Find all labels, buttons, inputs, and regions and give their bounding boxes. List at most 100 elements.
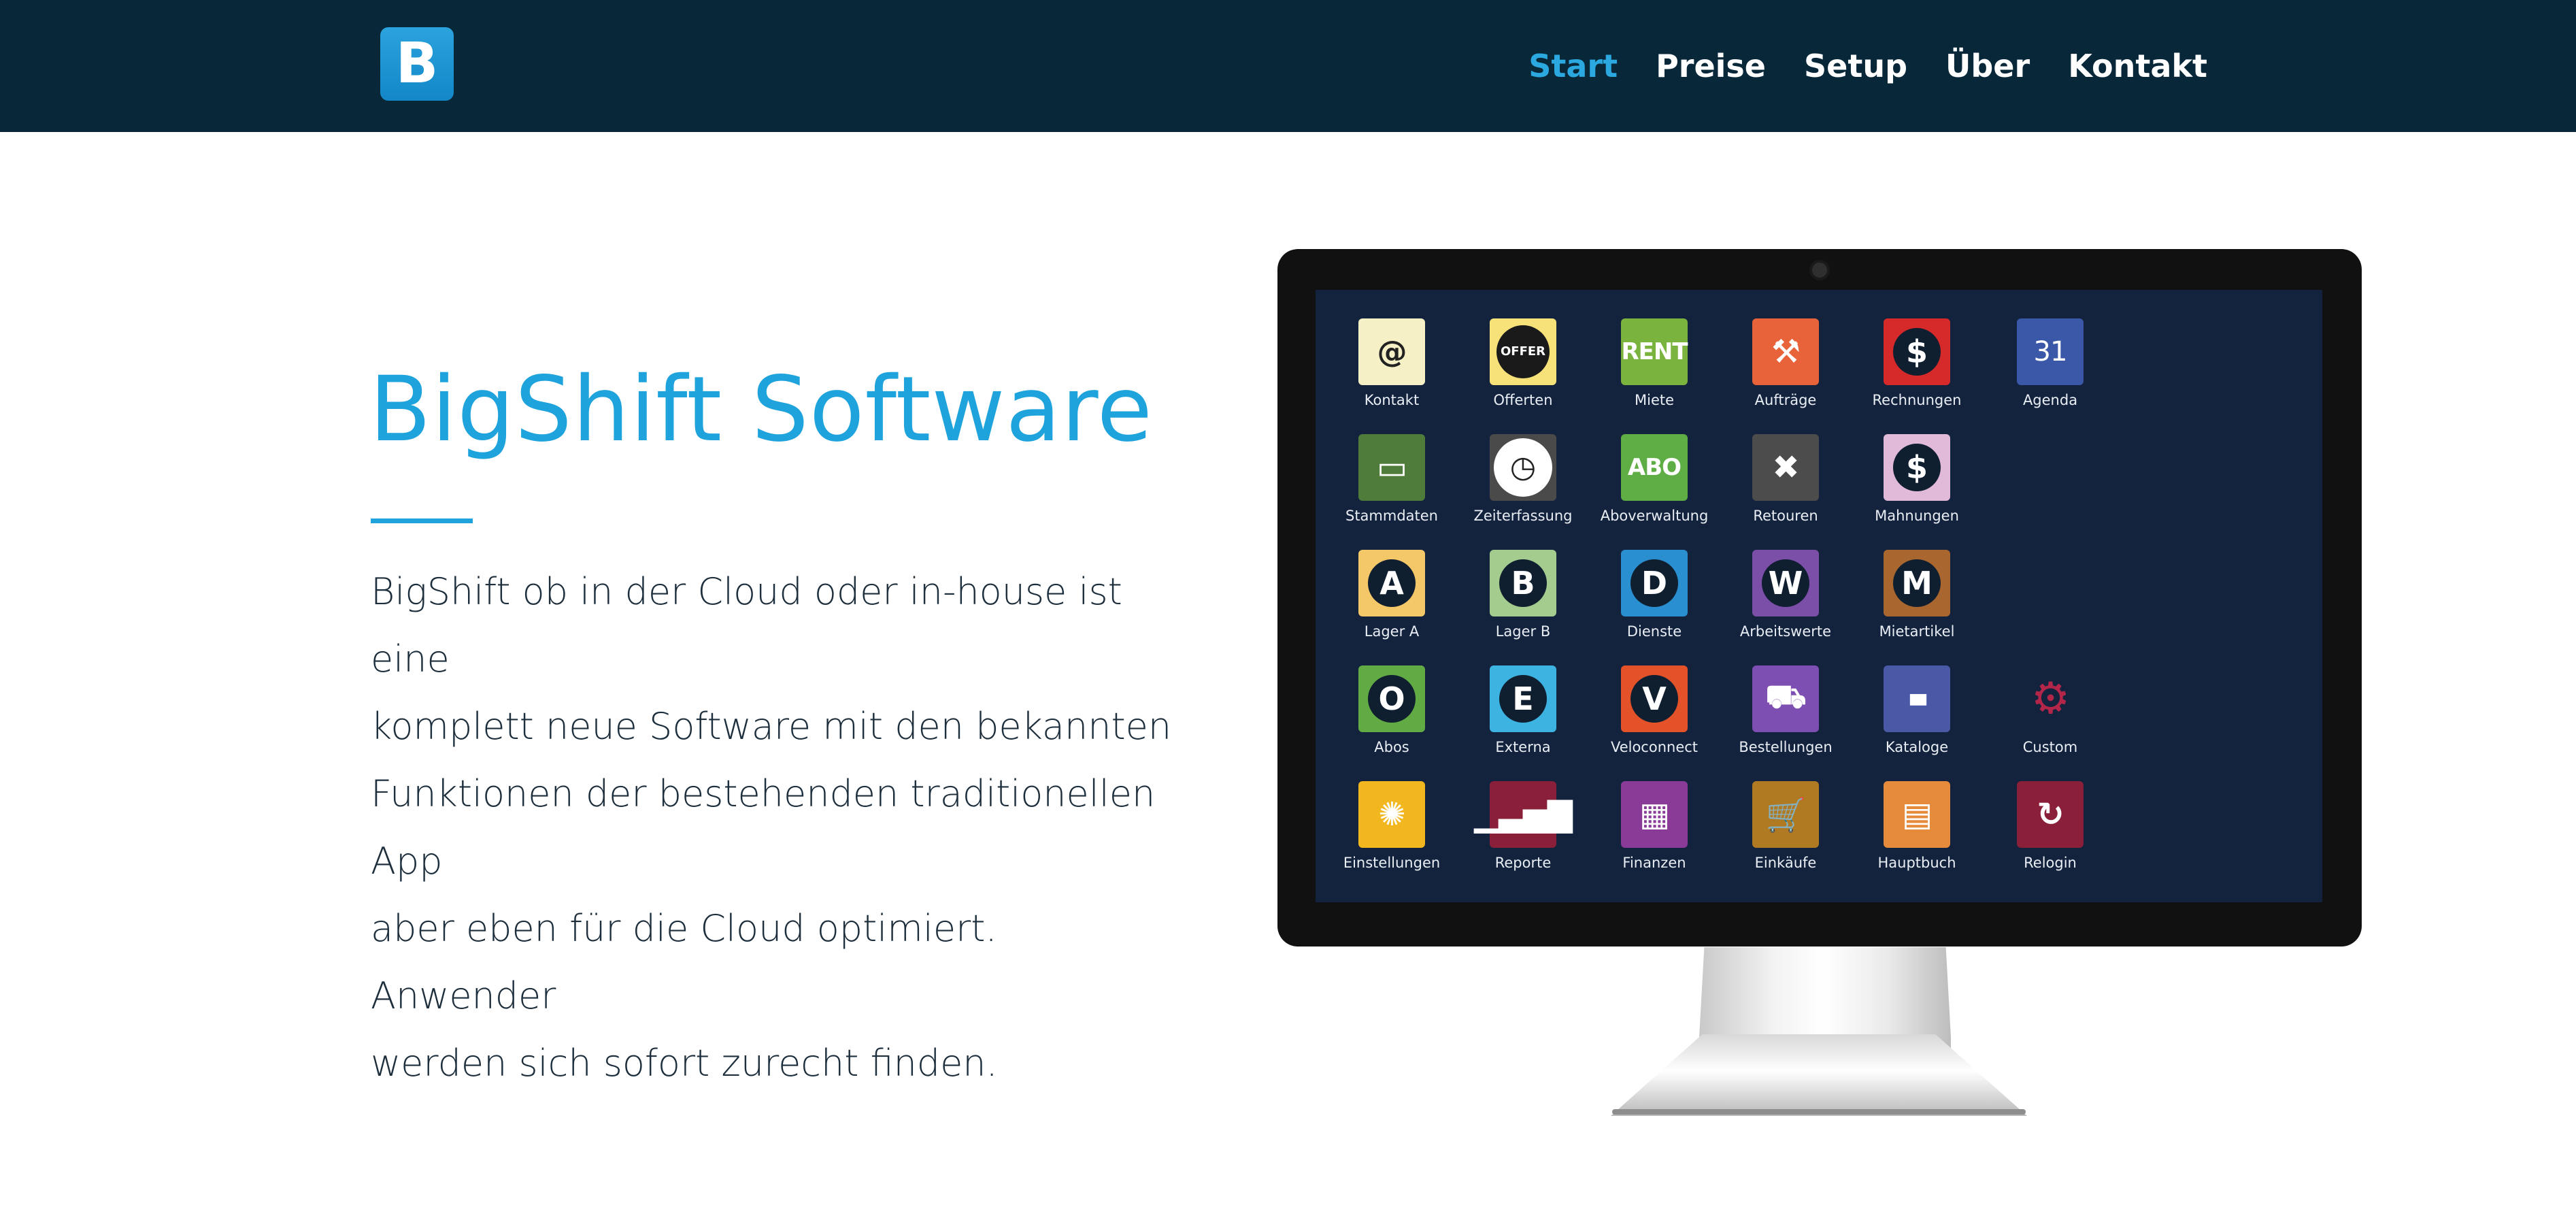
app-label: Custom (2022, 739, 2078, 755)
letter-b-icon: B (1490, 550, 1556, 616)
app-tile-agenda[interactable]: 31 Agenda (1996, 318, 2105, 408)
nav-link-setup[interactable]: Setup (1804, 48, 1907, 84)
app-tile-rechnungen[interactable]: $ Rechnungen (1862, 318, 1971, 408)
app-tile-miete[interactable]: RENT Miete (1600, 318, 1709, 408)
app-tile-stammdaten[interactable]: ▭ Stammdaten (1337, 434, 1446, 524)
chart-up-icon-glyph: ▁▃▅▇ (1474, 795, 1573, 834)
main-nav: Start Preise Setup Über Kontakt (1490, 0, 2207, 132)
letter-e-icon: E (1490, 665, 1556, 732)
app-tile-finanzen[interactable]: ▦ Finanzen (1600, 781, 1709, 871)
app-tile-lager-a[interactable]: A Lager A (1337, 550, 1446, 640)
app-label: Finanzen (1622, 855, 1686, 871)
app-label: Aboverwaltung (1600, 508, 1709, 524)
app-tile-relogin[interactable]: ↻ Relogin (1996, 781, 2105, 871)
webcam-icon (1809, 260, 1830, 280)
calendar-icon-glyph: 31 (2033, 336, 2068, 367)
app-label: Aufträge (1754, 392, 1817, 408)
app-label: Reporte (1494, 855, 1552, 871)
app-tile-einstellungen[interactable]: ✺ Einstellungen (1337, 781, 1446, 871)
hero-description-line: aber eben für die Cloud optimiert. Anwen… (371, 907, 997, 1017)
construction-worker-icon-glyph: ⚒ (1771, 333, 1801, 371)
monitor-stand-base (1611, 1034, 2027, 1116)
app-tile-retouren[interactable]: ✖ Retouren (1731, 434, 1840, 524)
book-icon: ▤ (1884, 781, 1950, 848)
app-label: Relogin (2024, 855, 2077, 871)
app-tile-aboverwaltung[interactable]: ABO Aboverwaltung (1600, 434, 1709, 524)
app-label: Retouren (1753, 508, 1818, 524)
rent-icon-glyph: RENT (1621, 338, 1688, 365)
clock-icon: ◷ (1490, 434, 1556, 501)
app-label: Stammdaten (1345, 508, 1438, 524)
offer-seal-icon-glyph: OFFER (1496, 325, 1550, 378)
box-icon: ▭ (1358, 434, 1425, 501)
box-icon-glyph: ▭ (1376, 448, 1407, 487)
hero-description-line: BigShift ob in der Cloud oder in-house i… (371, 570, 1122, 680)
hand-truck-icon-glyph: ⛟ (1765, 678, 1806, 716)
calculator-icon: ▦ (1621, 781, 1688, 848)
chart-up-icon: ▁▃▅▇ (1474, 781, 1573, 848)
app-tile-mietartikel[interactable]: M Mietartikel (1862, 550, 1971, 640)
app-label: Arbeitswerte (1739, 623, 1832, 640)
app-tile-custom[interactable]: ⚙ Custom (1996, 665, 2105, 755)
dollar-reminder-icon: $ (1884, 434, 1950, 501)
letter-v-icon-glyph: V (1630, 675, 1678, 723)
contact-card-icon-glyph: @ (1377, 334, 1407, 369)
abo-icon: ABO (1621, 434, 1688, 501)
app-tile-externa[interactable]: E Externa (1469, 665, 1577, 755)
page-title: BigShift Software (369, 357, 1153, 462)
thumbs-down-icon: ✖ (1752, 434, 1819, 501)
nav-link-ueber[interactable]: Über (1945, 48, 2030, 84)
calculator-icon-glyph: ▦ (1639, 795, 1670, 834)
dollar-icon-glyph: $ (1893, 328, 1941, 376)
wheel-icon: ✺ (1358, 781, 1425, 848)
nav-link-start[interactable]: Start (1528, 48, 1618, 84)
app-tile-veloconnect[interactable]: V Veloconnect (1600, 665, 1709, 755)
book-icon-glyph: ▤ (1901, 795, 1933, 834)
logo[interactable]: B (380, 27, 454, 101)
refresh-icon: ↻ (2017, 781, 2084, 848)
app-label: Bestellungen (1739, 739, 1833, 755)
nav-link-preise[interactable]: Preise (1656, 48, 1766, 84)
nav-link-kontakt[interactable]: Kontakt (2068, 48, 2207, 84)
rent-icon: RENT (1621, 318, 1688, 385)
hero-description-line: Funktionen der bestehenden traditionelle… (371, 772, 1156, 883)
app-label: Dienste (1626, 623, 1682, 640)
clock-icon-glyph: ◷ (1494, 438, 1552, 497)
app-tile-kataloge[interactable]: ▮▮▮ Kataloge (1862, 665, 1971, 755)
letter-a-icon: A (1358, 550, 1425, 616)
app-tile-offerten[interactable]: OFFER Offerten (1469, 318, 1577, 408)
cart-icon: 🛒 (1752, 781, 1819, 848)
app-label: Veloconnect (1610, 739, 1699, 755)
hero-description: BigShift ob in der Cloud oder in-house i… (371, 558, 1187, 1097)
app-label: Kontakt (1364, 392, 1420, 408)
construction-worker-icon: ⚒ (1752, 318, 1819, 385)
thumbs-down-icon-glyph: ✖ (1772, 448, 1799, 487)
app-label: Externa (1495, 739, 1551, 755)
abo-icon-glyph: ABO (1627, 454, 1682, 481)
app-tile-zeiterfassung[interactable]: ◷ Zeiterfassung (1469, 434, 1577, 524)
app-tile-bestellungen[interactable]: ⛟ Bestellungen (1731, 665, 1840, 755)
refresh-icon-glyph: ↻ (2037, 795, 2064, 834)
app-tile-hauptbuch[interactable]: ▤ Hauptbuch (1862, 781, 1971, 871)
app-tile-dienste[interactable]: D Dienste (1600, 550, 1709, 640)
contact-card-icon: @ (1358, 318, 1425, 385)
app-tile-mahnungen[interactable]: $ Mahnungen (1862, 434, 1971, 524)
app-tile-aufträge[interactable]: ⚒ Aufträge (1731, 318, 1840, 408)
hero-description-line: werden sich sofort zurecht finden. (371, 1042, 998, 1085)
letter-w-icon-glyph: W (1762, 559, 1809, 607)
app-label: Zeiterfassung (1473, 508, 1573, 524)
hand-truck-icon: ⛟ (1752, 665, 1819, 732)
letter-a-icon-glyph: A (1368, 559, 1416, 607)
app-label: Rechnungen (1872, 392, 1962, 408)
app-tile-einkäufe[interactable]: 🛒 Einkäufe (1731, 781, 1840, 871)
calendar-icon: 31 (2017, 318, 2084, 385)
app-tile-lager-b[interactable]: B Lager B (1469, 550, 1577, 640)
app-tile-abos[interactable]: O Abos (1337, 665, 1446, 755)
app-tile-kontakt[interactable]: @ Kontakt (1337, 318, 1446, 408)
app-tile-reporte[interactable]: ▁▃▅▇ Reporte (1469, 781, 1577, 871)
wheel-icon-glyph: ✺ (1378, 795, 1405, 834)
dollar-reminder-icon-glyph: $ (1893, 444, 1941, 491)
app-label: Abos (1374, 739, 1409, 755)
app-tile-arbeitswerte[interactable]: W Arbeitswerte (1731, 550, 1840, 640)
letter-b-icon-glyph: B (1499, 559, 1547, 607)
